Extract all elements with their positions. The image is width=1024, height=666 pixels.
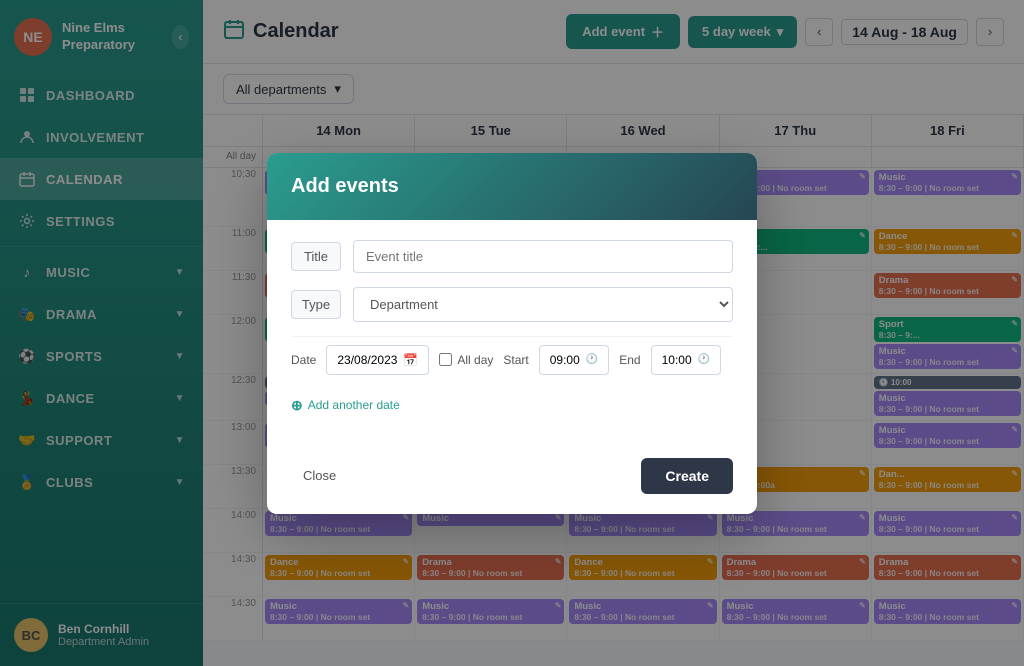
type-select[interactable]: Department <box>353 287 733 322</box>
modal-overlay[interactable]: Add events Title Type Department Date 23… <box>0 0 1024 666</box>
type-row: Type Department <box>291 287 733 322</box>
end-label: End <box>619 353 640 367</box>
all-day-checkbox-area: All day <box>439 353 493 367</box>
create-label: Create <box>665 468 709 484</box>
title-input[interactable] <box>353 240 733 273</box>
start-clock-icon: 🕐 <box>586 354 598 365</box>
date-input[interactable]: 23/08/2023 📅 <box>326 345 429 375</box>
date-field-label: Date <box>291 353 316 367</box>
type-field-label: Type <box>291 290 341 319</box>
modal-body: Title Type Department Date 23/08/2023 📅 … <box>267 220 757 444</box>
start-label: Start <box>503 353 528 367</box>
close-button[interactable]: Close <box>291 460 348 491</box>
modal-footer: Close Create <box>267 444 757 514</box>
add-date-label: Add another date <box>308 398 400 412</box>
title-row: Title <box>291 240 733 273</box>
end-time-input[interactable]: 10:00 🕐 <box>651 345 721 375</box>
title-field-label: Title <box>291 242 341 271</box>
date-value: 23/08/2023 <box>337 353 397 367</box>
close-label: Close <box>303 468 336 483</box>
all-day-label: All day <box>457 353 493 367</box>
modal-header: Add events <box>267 153 757 220</box>
end-time-value: 10:00 <box>662 353 692 367</box>
end-clock-icon: 🕐 <box>698 354 710 365</box>
start-time-input[interactable]: 09:00 🕐 <box>539 345 609 375</box>
add-events-modal: Add events Title Type Department Date 23… <box>267 153 757 514</box>
add-date-plus-icon: ⊕ <box>291 397 303 414</box>
all-day-checkbox[interactable] <box>439 353 452 366</box>
add-another-date-link[interactable]: ⊕ Add another date <box>291 397 733 414</box>
date-row: Date 23/08/2023 📅 All day Start 09:00 🕐 … <box>291 336 733 383</box>
start-time-value: 09:00 <box>550 353 580 367</box>
modal-title: Add events <box>291 175 733 198</box>
create-button[interactable]: Create <box>641 458 733 494</box>
calendar-picker-icon: 📅 <box>403 353 418 367</box>
